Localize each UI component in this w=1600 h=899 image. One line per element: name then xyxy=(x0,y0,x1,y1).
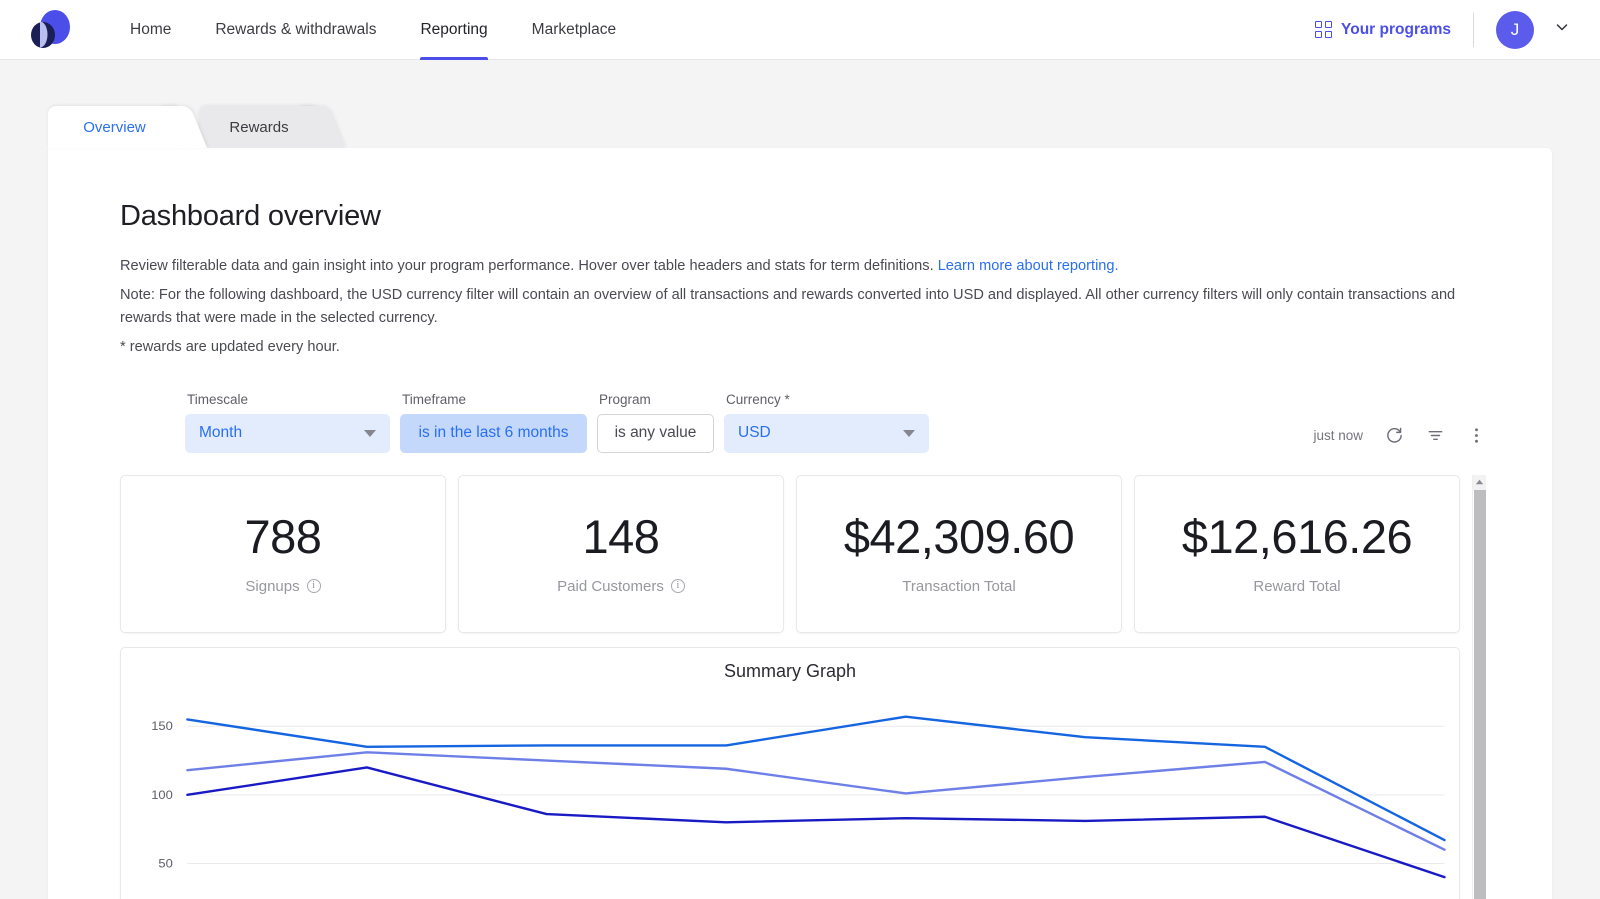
stat-paid-customers-value: 148 xyxy=(583,512,660,561)
program-filter-value: is any value xyxy=(615,424,697,442)
more-vertical-icon[interactable] xyxy=(1467,426,1486,445)
nav-item-rewards-withdrawals[interactable]: Rewards & withdrawals xyxy=(193,0,398,60)
description-footnote: * rewards are updated every hour. xyxy=(120,336,1486,360)
stat-card-signups[interactable]: 788 Signups i xyxy=(120,475,446,633)
filter-currency-label: Currency * xyxy=(724,392,929,407)
refresh-icon[interactable] xyxy=(1385,426,1404,445)
summary-graph-title: Summary Graph xyxy=(121,648,1459,682)
chart-line-series-navy xyxy=(187,767,1444,877)
filter-timeframe-label: Timeframe xyxy=(400,392,587,407)
stat-paid-customers-label: Paid Customers i xyxy=(557,578,685,595)
dashboard-scroll-region: 788 Signups i 148 Paid Customers i xyxy=(120,475,1486,899)
top-navigation-bar: Home Rewards & withdrawals Reporting Mar… xyxy=(0,0,1600,60)
description-lead: Review filterable data and gain insight … xyxy=(120,255,1486,279)
y-axis-tick-label: 50 xyxy=(158,856,172,870)
nav-right-group: Your programs J xyxy=(1315,11,1578,49)
scrollbar-up-arrow[interactable] xyxy=(1473,475,1486,490)
stat-card-row: 788 Signups i 148 Paid Customers i xyxy=(120,475,1460,633)
summary-graph-card: Summary Graph 50 100 150 xyxy=(120,647,1460,899)
stat-signups-label-text: Signups xyxy=(245,578,299,595)
nav-item-home-label: Home xyxy=(130,21,171,39)
y-axis-tick-label: 100 xyxy=(151,788,173,802)
currency-select[interactable]: USD xyxy=(724,414,929,453)
stat-transaction-total-label: Transaction Total xyxy=(902,578,1015,595)
filter-currency: Currency * USD xyxy=(724,392,929,453)
your-programs-link[interactable]: Your programs xyxy=(1315,21,1473,39)
grid-icon xyxy=(1315,21,1332,38)
nav-item-rewards-withdrawals-label: Rewards & withdrawals xyxy=(215,21,376,39)
nav-item-reporting-label: Reporting xyxy=(420,21,487,39)
dashboard-panel: Dashboard overview Review filterable dat… xyxy=(48,148,1552,899)
stat-card-transaction-total[interactable]: $42,309.60 Transaction Total xyxy=(796,475,1122,633)
description-lead-text: Review filterable data and gain insight … xyxy=(120,258,934,274)
your-programs-label: Your programs xyxy=(1341,21,1451,39)
avatar[interactable]: J xyxy=(1496,11,1534,49)
timescale-select-value: Month xyxy=(199,424,242,442)
tab-rewards[interactable]: Rewards xyxy=(199,106,319,148)
stat-signups-label: Signups i xyxy=(245,578,320,595)
summary-graph-plot[interactable]: 50 100 150 xyxy=(121,688,1459,899)
panel-content: Dashboard overview Review filterable dat… xyxy=(48,200,1552,899)
nav-item-marketplace[interactable]: Marketplace xyxy=(510,0,638,60)
stat-card-reward-total[interactable]: $12,616.26 Reward Total xyxy=(1134,475,1460,633)
chart-line-series-bright-blue xyxy=(187,716,1444,839)
tab-overview[interactable]: Overview xyxy=(48,106,181,148)
chevron-down-icon[interactable] xyxy=(1554,19,1570,40)
info-icon[interactable]: i xyxy=(307,579,321,593)
tab-rewards-label: Rewards xyxy=(215,119,302,136)
chevron-down-icon xyxy=(903,430,915,437)
description-note: Note: For the following dashboard, the U… xyxy=(120,284,1486,331)
filter-program: Program is any value xyxy=(597,392,714,453)
currency-select-value: USD xyxy=(738,424,771,442)
stat-reward-total-value: $12,616.26 xyxy=(1182,512,1412,561)
y-axis-tick-label: 150 xyxy=(151,719,173,733)
timeframe-filter-chip[interactable]: is in the last 6 months xyxy=(400,414,587,453)
filter-timescale-label: Timescale xyxy=(185,392,390,407)
timescale-select[interactable]: Month xyxy=(185,414,390,453)
scrollbar-thumb[interactable] xyxy=(1474,490,1486,899)
chart-line-series-periwinkle xyxy=(187,752,1444,849)
stat-card-paid-customers[interactable]: 148 Paid Customers i xyxy=(458,475,784,633)
timeframe-filter-value: is in the last 6 months xyxy=(419,424,569,442)
chevron-down-icon xyxy=(364,430,376,437)
filter-timeframe: Timeframe is in the last 6 months xyxy=(400,392,587,453)
learn-more-link[interactable]: Learn more about reporting. xyxy=(938,258,1119,274)
filter-icon[interactable] xyxy=(1426,426,1445,445)
filter-program-label: Program xyxy=(597,392,714,407)
last-updated-status: just now xyxy=(1313,428,1363,443)
program-filter-input[interactable]: is any value xyxy=(597,414,714,453)
summary-graph-svg: 50 100 150 xyxy=(121,688,1459,899)
tab-bar: Overview Rewards xyxy=(0,60,1600,148)
nav-item-home[interactable]: Home xyxy=(108,0,193,60)
vertical-scrollbar[interactable] xyxy=(1472,475,1486,899)
info-icon[interactable]: i xyxy=(671,579,685,593)
stat-reward-total-label: Reward Total xyxy=(1253,578,1340,595)
nav-divider xyxy=(1473,13,1474,47)
stat-transaction-total-value: $42,309.60 xyxy=(844,512,1074,561)
tab-overview-label: Overview xyxy=(69,119,160,136)
stat-transaction-total-label-text: Transaction Total xyxy=(902,578,1015,595)
main-nav-items: Home Rewards & withdrawals Reporting Mar… xyxy=(108,0,638,60)
nav-item-reporting[interactable]: Reporting xyxy=(398,0,509,60)
stat-signups-value: 788 xyxy=(245,512,322,561)
filter-toolbar: just now xyxy=(1313,426,1486,453)
filter-timescale: Timescale Month xyxy=(185,392,390,453)
brand-logo[interactable] xyxy=(26,6,74,54)
page-title: Dashboard overview xyxy=(120,200,1486,233)
stat-reward-total-label-text: Reward Total xyxy=(1253,578,1340,595)
caret-up-icon xyxy=(1475,479,1484,485)
filter-bar: Timescale Month Timeframe is in the last… xyxy=(120,392,1486,453)
stat-paid-customers-label-text: Paid Customers xyxy=(557,578,664,595)
avatar-initial: J xyxy=(1511,20,1520,40)
nav-item-marketplace-label: Marketplace xyxy=(532,21,616,39)
